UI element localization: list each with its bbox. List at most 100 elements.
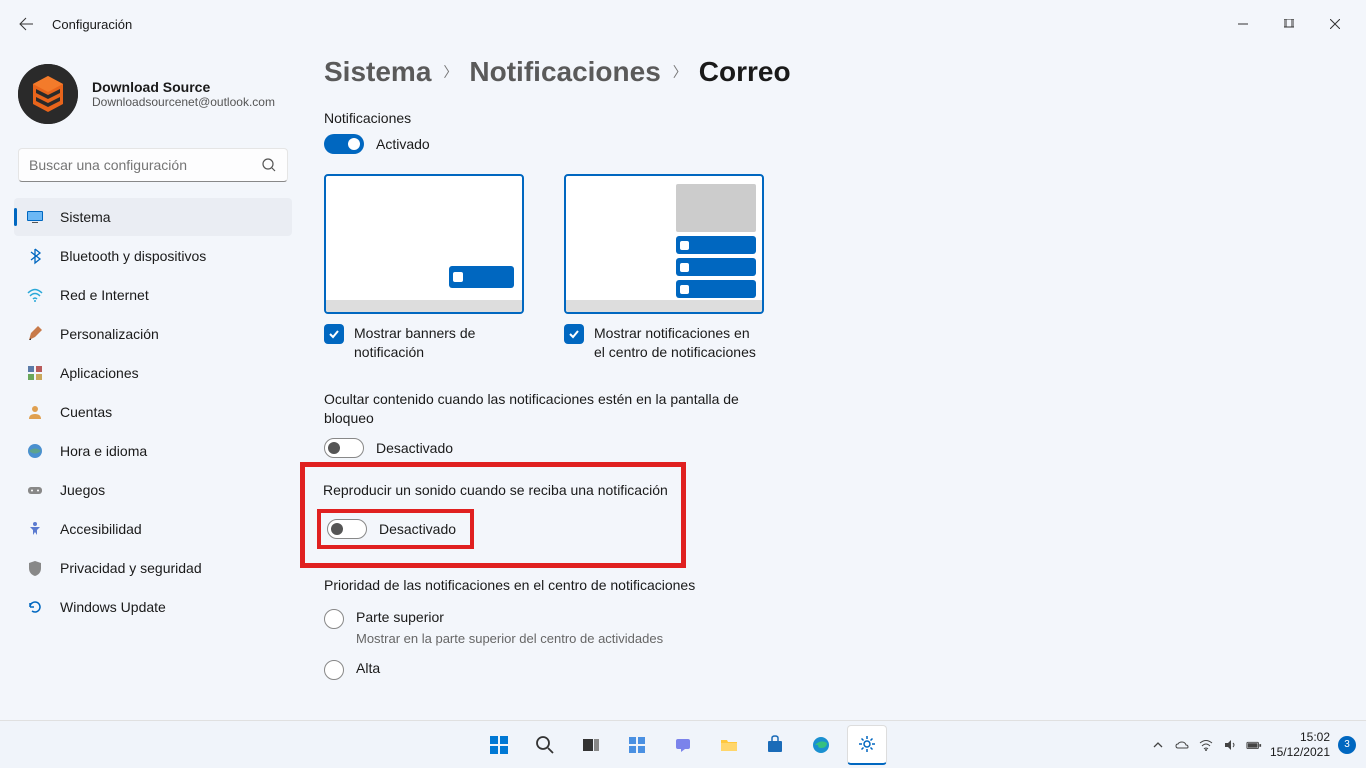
center-preview-image: [564, 174, 764, 314]
priority-high-radio[interactable]: [324, 660, 344, 680]
battery-icon[interactable]: [1246, 737, 1262, 753]
center-checkbox-label: Mostrar notificaciones en el centro de n…: [594, 324, 764, 362]
profile-email: Downloadsourcenet@outlook.com: [92, 95, 275, 109]
sidebar-item-personalization[interactable]: Personalización: [14, 315, 292, 353]
sidebar-item-accessibility[interactable]: Accesibilidad: [14, 510, 292, 548]
sidebar: Download Source Downloadsourcenet@outloo…: [0, 48, 300, 720]
start-button[interactable]: [479, 725, 519, 765]
breadcrumb-current: Correo: [699, 56, 791, 88]
system-icon: [26, 208, 44, 226]
notifications-label: Notificaciones: [324, 110, 1326, 126]
title-bar: Configuración: [0, 0, 1366, 48]
sidebar-item-label: Sistema: [60, 209, 111, 225]
banner-preview-image: [324, 174, 524, 314]
app-title: Configuración: [52, 17, 132, 32]
priority-top-radio[interactable]: [324, 609, 344, 629]
chat-button[interactable]: [663, 725, 703, 765]
sidebar-item-label: Personalización: [60, 326, 159, 342]
network-icon: [26, 286, 44, 304]
nav-list: Sistema Bluetooth y dispositivos Red e I…: [14, 198, 292, 626]
sidebar-item-accounts[interactable]: Cuentas: [14, 393, 292, 431]
center-preview-block[interactable]: Mostrar notificaciones en el centro de n…: [564, 174, 764, 362]
banner-checkbox-label: Mostrar banners de notificación: [354, 324, 524, 362]
accessibility-icon: [26, 520, 44, 538]
taskbar-right: 15:02 15/12/2021 3: [1150, 730, 1356, 759]
notification-badge[interactable]: 3: [1338, 736, 1356, 754]
notifications-toggle[interactable]: [324, 134, 364, 154]
taskbar: 15:02 15/12/2021 3: [0, 720, 1366, 768]
sidebar-item-label: Red e Internet: [60, 287, 149, 303]
time-language-icon: [26, 442, 44, 460]
clock-time: 15:02: [1270, 730, 1330, 744]
sidebar-item-bluetooth[interactable]: Bluetooth y dispositivos: [14, 237, 292, 275]
sidebar-item-gaming[interactable]: Juegos: [14, 471, 292, 509]
profile-name: Download Source: [92, 79, 275, 95]
hide-content-toggle-row: Desactivado: [324, 438, 1326, 458]
bluetooth-icon: [26, 247, 44, 265]
banner-preview-block[interactable]: Mostrar banners de notificación: [324, 174, 524, 362]
store-button[interactable]: [755, 725, 795, 765]
settings-button[interactable]: [847, 725, 887, 765]
widgets-button[interactable]: [617, 725, 657, 765]
clock-date: 15/12/2021: [1270, 745, 1330, 759]
close-button[interactable]: [1312, 8, 1358, 40]
priority-high-row[interactable]: Alta: [324, 660, 1326, 680]
apps-icon: [26, 364, 44, 382]
avatar: [18, 64, 78, 124]
search-icon: [261, 157, 277, 173]
priority-top-sublabel: Mostrar en la parte superior del centro …: [356, 631, 663, 646]
priority-high-label: Alta: [356, 660, 380, 676]
inner-highlight-annotation: Desactivado: [317, 509, 474, 549]
hide-content-state: Desactivado: [376, 440, 453, 456]
highlight-annotation: Reproducir un sonido cuando se reciba un…: [300, 462, 686, 569]
notifications-toggle-state: Activado: [376, 136, 430, 152]
search-input[interactable]: [29, 157, 261, 173]
back-button[interactable]: [8, 6, 44, 42]
sidebar-item-label: Cuentas: [60, 404, 112, 420]
profile-block[interactable]: Download Source Downloadsourcenet@outloo…: [14, 56, 292, 140]
taskbar-center: [479, 725, 887, 765]
hide-content-toggle[interactable]: [324, 438, 364, 458]
task-view-button[interactable]: [571, 725, 611, 765]
edge-button[interactable]: [801, 725, 841, 765]
sidebar-item-update[interactable]: Windows Update: [14, 588, 292, 626]
sidebar-item-label: Privacidad y seguridad: [60, 560, 202, 576]
wifi-icon[interactable]: [1198, 737, 1214, 753]
breadcrumb-sistema[interactable]: Sistema: [324, 56, 431, 88]
sidebar-item-time[interactable]: Hora e idioma: [14, 432, 292, 470]
preview-row: Mostrar banners de notificación Mostrar …: [324, 174, 1326, 362]
chevron-right-icon: 〉: [673, 62, 687, 82]
play-sound-toggle[interactable]: [327, 519, 367, 539]
onedrive-icon[interactable]: [1174, 737, 1190, 753]
minimize-button[interactable]: [1220, 8, 1266, 40]
chevron-right-icon: 〉: [443, 62, 457, 82]
privacy-icon: [26, 559, 44, 577]
hide-content-label: Ocultar contenido cuando las notificacio…: [324, 390, 754, 428]
sidebar-item-label: Bluetooth y dispositivos: [60, 248, 206, 264]
maximize-button[interactable]: [1266, 8, 1312, 40]
search-box[interactable]: [18, 148, 288, 182]
search-button[interactable]: [525, 725, 565, 765]
sidebar-item-apps[interactable]: Aplicaciones: [14, 354, 292, 392]
sidebar-item-label: Hora e idioma: [60, 443, 147, 459]
play-sound-state: Desactivado: [379, 521, 464, 537]
system-tray[interactable]: [1150, 737, 1262, 753]
priority-section: Prioridad de las notificaciones en el ce…: [324, 576, 1326, 680]
banner-checkbox[interactable]: [324, 324, 344, 344]
sidebar-item-label: Accesibilidad: [60, 521, 142, 537]
window-controls: [1220, 8, 1358, 40]
clock[interactable]: 15:02 15/12/2021: [1270, 730, 1330, 759]
sidebar-item-privacy[interactable]: Privacidad y seguridad: [14, 549, 292, 587]
update-icon: [26, 598, 44, 616]
priority-top-row[interactable]: Parte superior Mostrar en la parte super…: [324, 609, 1326, 646]
center-checkbox[interactable]: [564, 324, 584, 344]
chevron-up-icon[interactable]: [1150, 737, 1166, 753]
sidebar-item-sistema[interactable]: Sistema: [14, 198, 292, 236]
content-area: Sistema 〉 Notificaciones 〉 Correo Notifi…: [300, 48, 1366, 720]
volume-icon[interactable]: [1222, 737, 1238, 753]
explorer-button[interactable]: [709, 725, 749, 765]
sidebar-item-label: Aplicaciones: [60, 365, 139, 381]
sidebar-item-label: Juegos: [60, 482, 105, 498]
breadcrumb-notificaciones[interactable]: Notificaciones: [469, 56, 660, 88]
sidebar-item-network[interactable]: Red e Internet: [14, 276, 292, 314]
